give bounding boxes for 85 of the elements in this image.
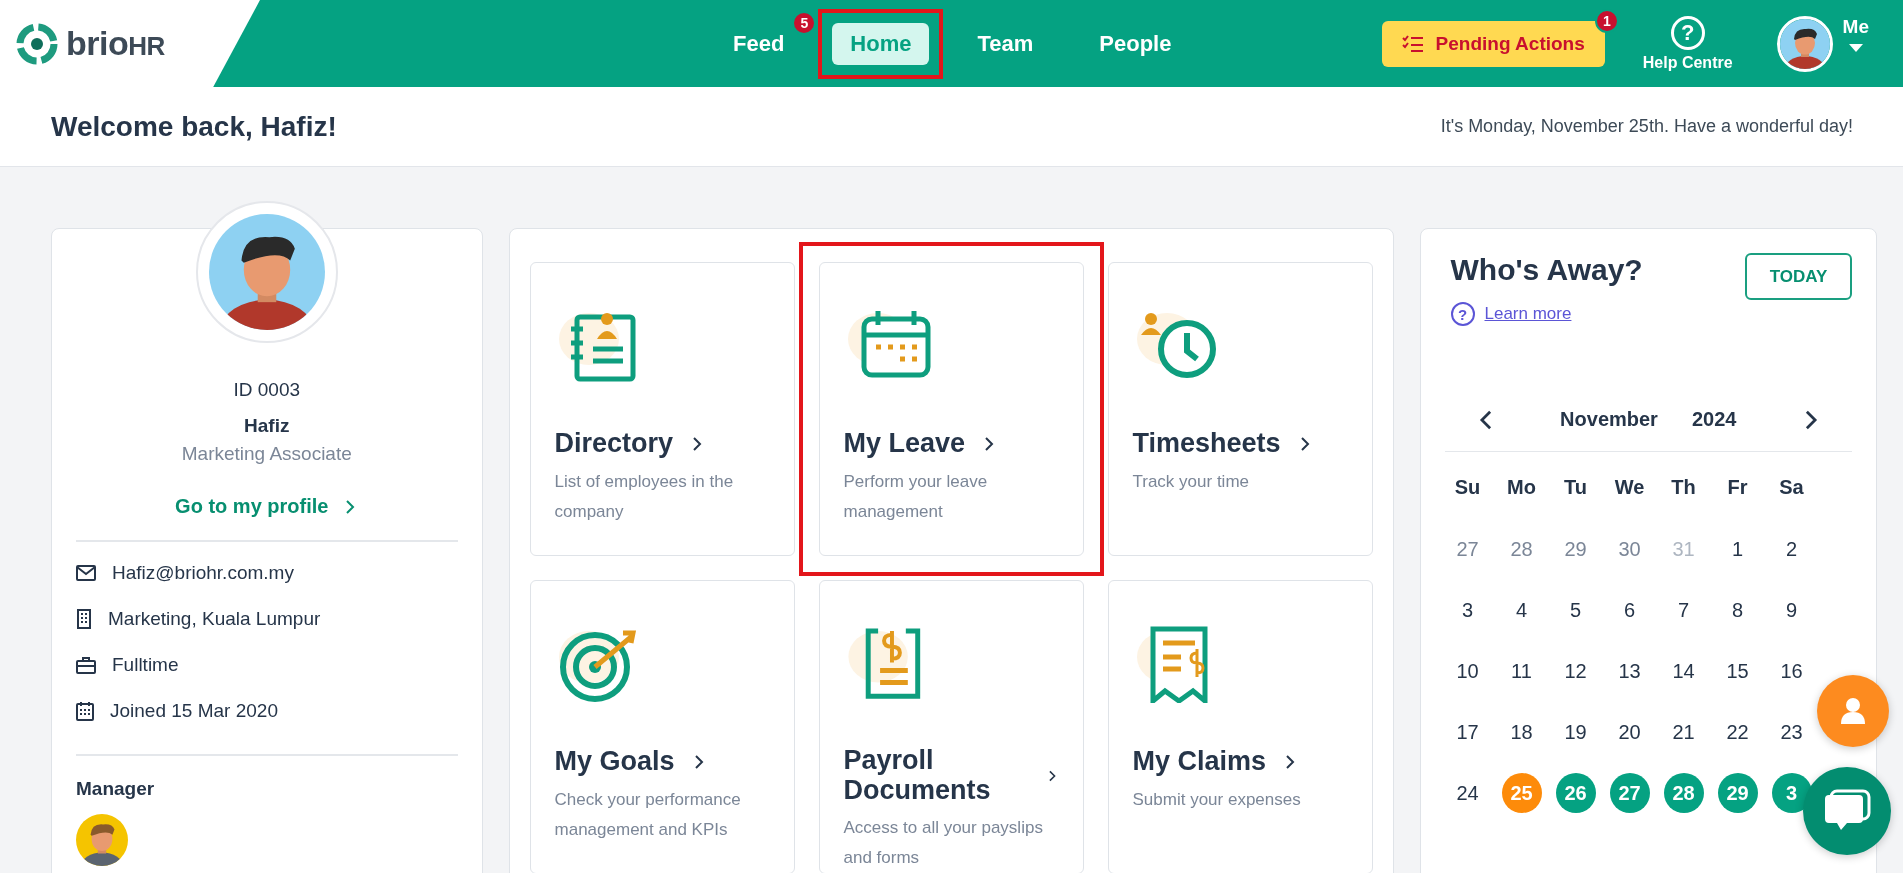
calendar-day[interactable]: 7	[1663, 590, 1704, 630]
calendar-day[interactable]: 23	[1771, 712, 1812, 752]
detail-text: Joined 15 Mar 2020	[110, 700, 278, 722]
calendar-day[interactable]: 5	[1555, 590, 1596, 630]
calendar-day[interactable]: 30	[1609, 529, 1650, 569]
weekday-label: Th	[1671, 474, 1696, 500]
weekday-label: Mo	[1507, 474, 1536, 500]
checklist-icon	[1401, 34, 1424, 53]
logo-text: brioHR	[66, 24, 165, 63]
briefcase-icon	[76, 656, 96, 674]
logo-icon	[16, 22, 58, 65]
calendar-day[interactable]: 12	[1555, 651, 1596, 691]
month-label: November	[1560, 408, 1658, 431]
today-button[interactable]: TODAY	[1745, 253, 1852, 300]
tile-description: Check your performance management and KPIs	[554, 789, 742, 841]
notification-badge: 5	[792, 10, 817, 35]
tile-title: Directory	[554, 429, 674, 459]
calendar-day[interactable]: 19	[1555, 712, 1596, 752]
calendar-day[interactable]: 16	[1771, 651, 1812, 691]
tile-description: Submit your expenses	[1132, 789, 1302, 811]
tile-title: Timesheets	[1132, 429, 1281, 459]
tile-description: Perform your leave management	[843, 471, 989, 523]
building-icon	[76, 609, 92, 629]
caret-icon	[1848, 43, 1863, 52]
calendar-day[interactable]: 27	[1447, 529, 1488, 569]
detail-text: Hafiz@briohr.com.my	[112, 562, 294, 584]
weekday-label: Fr	[1727, 474, 1748, 500]
tile-description: List of employees in the company	[554, 471, 735, 523]
calendar-day[interactable]: 2	[1771, 529, 1812, 569]
tile-title: My Leave	[843, 429, 966, 459]
tile-description: Track your time	[1132, 471, 1250, 493]
calendar-day[interactable]: 24	[1447, 773, 1488, 813]
detail-text: Fulltime	[112, 654, 179, 676]
date-greeting: It's Monday, November 25th. Have a wonderful day!	[1440, 116, 1853, 137]
calendar-day[interactable]: 4	[1501, 590, 1542, 630]
welcome-title: Welcome back, Hafiz!	[51, 110, 337, 143]
weekday-label: We	[1614, 474, 1645, 500]
manager-label: Manager	[76, 778, 155, 800]
calendar-day[interactable]: 28	[1501, 529, 1542, 569]
calendar-day[interactable]: 8	[1717, 590, 1758, 630]
calendar-day[interactable]: 10	[1447, 651, 1488, 691]
card-title: Who's Away?	[1450, 253, 1643, 287]
profile-link[interactable]: Go to my profile	[175, 495, 359, 518]
app-tile[interactable]: My Claims Submit your expenses	[1107, 580, 1373, 873]
year-label: 2024	[1691, 408, 1737, 431]
app-tile[interactable]: Directory List of employees in the company	[529, 262, 795, 556]
notification-badge: 1	[1594, 8, 1619, 33]
detail-text: Marketing, Kuala Lumpur	[108, 608, 321, 630]
calendar-day[interactable]: 13	[1609, 651, 1650, 691]
pending-actions-button[interactable]: Pending Actions	[1381, 20, 1605, 67]
calendar-day[interactable]: 29	[1555, 529, 1596, 569]
weekday-label: Sa	[1779, 474, 1804, 500]
tile-title: My Claims	[1132, 747, 1267, 777]
person-icon	[1838, 696, 1868, 726]
tile-description: Access to all your payslips and forms	[843, 817, 1044, 869]
calendar-day[interactable]: 9	[1771, 590, 1812, 630]
app-tile[interactable]: Timesheets Track your time	[1107, 262, 1373, 556]
calendar-day[interactable]: 14	[1663, 651, 1704, 691]
calendar-day[interactable]: 17	[1447, 712, 1488, 752]
calendar-day[interactable]: 22	[1717, 712, 1758, 752]
weekday-label: Tu	[1564, 474, 1587, 500]
employee-id: ID 0003	[233, 379, 301, 401]
tile-title: Payroll Documents	[843, 745, 992, 806]
app-tile[interactable]: Payroll Documents Access to all your payslips and forms	[818, 580, 1084, 873]
calendar-day[interactable]: 1	[1717, 529, 1758, 569]
employee-name: Hafiz	[244, 415, 290, 437]
calendar-day[interactable]: 20	[1609, 712, 1650, 752]
weekday-label: Su	[1454, 474, 1481, 500]
calendar-day[interactable]: 3	[1447, 590, 1488, 630]
mail-icon	[76, 565, 96, 581]
app-tile[interactable]: My Leave Perform your leave management	[818, 262, 1084, 556]
help-icon: ?	[1450, 302, 1475, 326]
avatar	[1776, 15, 1833, 72]
calendar-day[interactable]: 11	[1501, 651, 1542, 691]
learn-more-link[interactable]: Learn more	[1484, 304, 1572, 324]
manager-avatar[interactable]	[76, 814, 128, 866]
help-icon: ?	[1670, 15, 1705, 50]
calendar-day[interactable]: 15	[1717, 651, 1758, 691]
job-title: Marketing Associate	[181, 443, 352, 465]
calendar-day[interactable]: 18	[1501, 712, 1542, 752]
calendar-day[interactable]: 6	[1609, 590, 1650, 630]
tile-title: My Goals	[554, 747, 675, 777]
calendar-day[interactable]: 21	[1663, 712, 1704, 752]
calendar-icon	[76, 701, 94, 721]
app-tile[interactable]: My Goals Check your performance management and KPIs	[529, 580, 795, 873]
